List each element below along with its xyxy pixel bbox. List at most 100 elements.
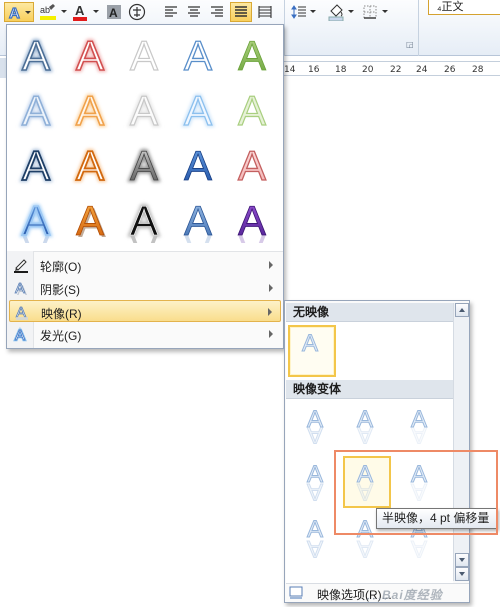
text-effect-preset[interactable]: AAA bbox=[121, 197, 167, 243]
svg-text:A: A bbox=[307, 421, 323, 448]
align-left-button[interactable] bbox=[161, 2, 181, 22]
line-spacing-button[interactable] bbox=[289, 2, 309, 22]
highlight-dropdown-arrow[interactable] bbox=[61, 10, 67, 13]
svg-text:A: A bbox=[302, 330, 318, 357]
paint-bucket-icon bbox=[328, 4, 344, 21]
reflection-a-icon: A bbox=[302, 330, 319, 358]
gallery-more-button[interactable] bbox=[455, 567, 469, 581]
borders-button[interactable] bbox=[361, 2, 379, 22]
text-effect-preset[interactable]: AA bbox=[121, 142, 167, 188]
highlight-color-button[interactable]: ab bbox=[37, 2, 59, 22]
reflection-options-icon bbox=[289, 586, 303, 599]
text-effect-a-icon: AA bbox=[20, 32, 52, 78]
svg-text:A: A bbox=[184, 197, 212, 243]
text-effect-preset[interactable]: AA bbox=[67, 142, 113, 188]
svg-text:A: A bbox=[76, 197, 104, 243]
line-spacing-icon bbox=[291, 5, 306, 19]
svg-text:A: A bbox=[238, 32, 266, 78]
text-effect-preset[interactable]: A bbox=[175, 142, 221, 188]
text-effect-preset[interactable]: AA bbox=[67, 197, 113, 243]
text-effect-preset[interactable]: A bbox=[175, 32, 221, 78]
enclose-character-icon bbox=[128, 3, 146, 21]
enclose-character-button[interactable] bbox=[127, 2, 147, 22]
text-effect-a-icon: AAA bbox=[20, 197, 52, 243]
svg-text:A: A bbox=[238, 142, 266, 188]
ruler-tick: 14 bbox=[284, 65, 296, 75]
font-color-dropdown-arrow[interactable] bbox=[93, 10, 99, 13]
svg-text:A: A bbox=[357, 421, 373, 448]
text-effect-preset[interactable]: AAA bbox=[13, 197, 59, 243]
text-effect-preset[interactable]: AA bbox=[67, 32, 113, 78]
text-effect-a-icon: AA bbox=[74, 142, 106, 188]
text-effect-preset[interactable]: AA bbox=[175, 87, 221, 133]
svg-text:A: A bbox=[184, 87, 212, 133]
scroll-down-button[interactable] bbox=[455, 553, 469, 567]
svg-text:A: A bbox=[238, 197, 266, 243]
borders-icon bbox=[363, 5, 377, 19]
menu-item-shadow[interactable]: AA 阴影(S) bbox=[9, 277, 281, 299]
menu-item-reflection[interactable]: A 映像(R) bbox=[9, 300, 281, 322]
svg-text:A: A bbox=[130, 197, 158, 243]
align-right-button[interactable] bbox=[207, 2, 227, 22]
reflection-a-icon: AA bbox=[307, 461, 324, 505]
text-effect-a-icon: AA bbox=[128, 87, 160, 133]
annotation-highlight-box bbox=[334, 450, 498, 535]
style-normal-tile[interactable]: ₄正文 bbox=[428, 0, 500, 15]
text-effect-a-icon: AA bbox=[238, 197, 267, 243]
text-effect-preset[interactable]: A bbox=[121, 32, 167, 78]
text-effect-a-icon: AA bbox=[184, 197, 213, 243]
line-spacing-dropdown-arrow[interactable] bbox=[310, 10, 316, 13]
reflection-a-icon: A bbox=[14, 304, 30, 320]
svg-text:ab: ab bbox=[40, 5, 50, 15]
text-effect-a-icon: AA bbox=[128, 142, 160, 188]
ruler-tick: 24 bbox=[416, 65, 428, 75]
svg-text:A: A bbox=[238, 87, 266, 133]
character-shading-button[interactable]: A bbox=[105, 2, 123, 22]
text-effect-preset[interactable]: AA bbox=[13, 87, 59, 133]
reflection-preset-none[interactable]: A bbox=[288, 325, 336, 377]
distributed-button[interactable] bbox=[255, 2, 275, 22]
text-effect-a-icon: A bbox=[129, 32, 158, 78]
gallery-scrollbar[interactable] bbox=[453, 303, 469, 581]
text-effect-preset[interactable]: A bbox=[229, 32, 275, 78]
text-effect-preset[interactable]: AA bbox=[121, 87, 167, 133]
borders-dropdown-arrow[interactable] bbox=[382, 10, 388, 13]
text-effects-menu: AAAAAAAAAAAAAAAAAAAAAAAAAAAAAAAAAAAA 轮廓(… bbox=[6, 24, 284, 349]
text-effects-button[interactable]: A bbox=[4, 2, 34, 22]
menu-item-glow[interactable]: AA 发光(G) bbox=[9, 323, 281, 345]
justify-button[interactable] bbox=[230, 2, 252, 22]
menu-item-outline[interactable]: 轮廓(O) bbox=[9, 254, 281, 276]
align-left-icon bbox=[165, 6, 177, 17]
reflection-preset-variant[interactable]: AA bbox=[293, 401, 341, 453]
submenu-arrow-icon bbox=[268, 308, 272, 316]
text-effect-preset[interactable]: AA bbox=[229, 197, 275, 243]
svg-text:A: A bbox=[76, 87, 104, 133]
text-effect-preset[interactable]: AA bbox=[67, 87, 113, 133]
svg-text:A: A bbox=[15, 280, 25, 296]
menu-item-label: 轮廓(O) bbox=[40, 260, 82, 274]
text-effect-preset[interactable]: A bbox=[229, 87, 275, 133]
reflection-preset-variant[interactable]: AA bbox=[397, 401, 445, 453]
font-color-button[interactable]: A bbox=[70, 2, 90, 22]
text-effect-preset[interactable]: AA bbox=[175, 197, 221, 243]
text-effect-preset[interactable]: A bbox=[229, 142, 275, 188]
paragraph-dialog-launcher-icon[interactable]: ◲ bbox=[406, 40, 414, 49]
reflection-preset-variant[interactable]: AA bbox=[343, 401, 391, 453]
scroll-up-button[interactable] bbox=[455, 303, 469, 317]
align-center-button[interactable] bbox=[184, 2, 204, 22]
text-effect-a-icon: A bbox=[183, 32, 212, 78]
section-header-no-reflection: 无映像 bbox=[286, 303, 453, 322]
text-effects-gallery: AAAAAAAAAAAAAAAAAAAAAAAAAAAAAAAAAAAA bbox=[7, 25, 283, 251]
shading-button[interactable] bbox=[326, 2, 346, 22]
svg-text:A: A bbox=[76, 32, 104, 78]
reflection-a-icon: AA bbox=[307, 406, 324, 449]
horizontal-ruler[interactable]: 14 16 18 20 22 24 26 28 bbox=[284, 61, 500, 76]
svg-text:A: A bbox=[15, 327, 25, 342]
text-effect-a-icon: A bbox=[237, 142, 266, 188]
svg-text:A: A bbox=[307, 478, 323, 504]
svg-text:A: A bbox=[75, 3, 85, 18]
shading-dropdown-arrow[interactable] bbox=[348, 10, 354, 13]
text-effect-preset[interactable]: AA bbox=[13, 32, 59, 78]
text-effect-preset[interactable]: AA bbox=[13, 142, 59, 188]
watermark-logo: Bai度经验 bbox=[382, 588, 443, 602]
